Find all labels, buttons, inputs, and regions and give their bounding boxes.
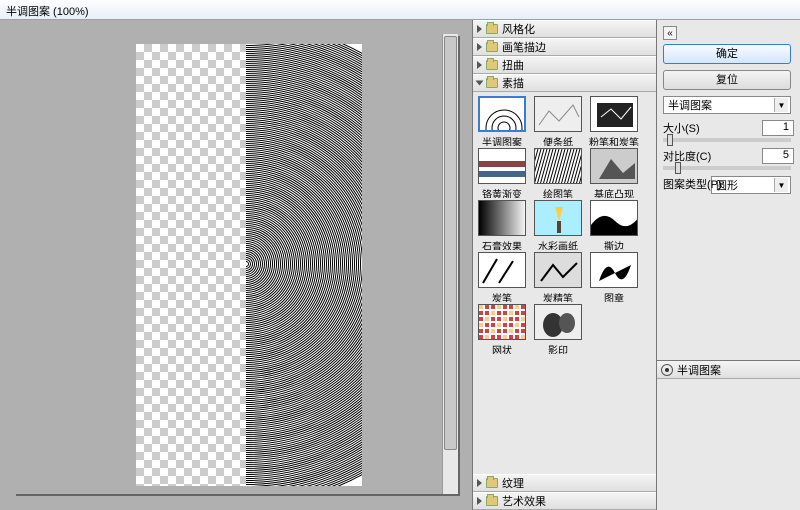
category-label: 素描	[502, 75, 524, 91]
thumbnail-label: 水彩画纸	[538, 238, 578, 250]
chevron-down-icon: ▼	[774, 178, 788, 192]
category-row[interactable]: 纹理	[473, 474, 656, 492]
settings-panel: « 确定 复位 半调图案 ▼ 大小(S) 1 对比度(C) 5 图案类型(P):…	[657, 20, 800, 510]
folder-icon	[486, 496, 498, 506]
thumbnail-image	[590, 252, 638, 288]
filter-list-panel: 风格化 画笔描边 扭曲 素描 半调图案 便条纸 粉笔和炭笔 铬黄渐变 绘图笔 基…	[472, 20, 657, 510]
pattern-type-value: 圆形	[716, 177, 738, 193]
filter-thumbnail[interactable]: 炭精笔	[531, 252, 585, 302]
filter-thumbnail[interactable]: 炭笔	[475, 252, 529, 302]
category-label: 画笔描边	[502, 39, 546, 55]
thumbnail-label: 便条纸	[543, 134, 573, 146]
triangle-icon	[477, 25, 482, 33]
category-row[interactable]: 画笔描边	[473, 38, 656, 56]
thumbnail-image	[478, 252, 526, 288]
category-row[interactable]: 艺术效果	[473, 492, 656, 510]
slider-knob[interactable]	[675, 162, 681, 174]
param-slider[interactable]	[663, 138, 791, 142]
reset-button[interactable]: 复位	[663, 70, 791, 90]
filter-thumbnail[interactable]: 网状	[475, 304, 529, 354]
thumbnail-image	[534, 96, 582, 132]
thumbnail-image	[534, 304, 582, 340]
param-value[interactable]: 1	[762, 120, 794, 136]
filter-thumbnail[interactable]: 图章	[587, 252, 641, 302]
filter-thumbnail[interactable]: 绘图笔	[531, 148, 585, 198]
param-slider[interactable]	[663, 166, 791, 170]
thumbnail-label: 绘图笔	[543, 186, 573, 198]
thumbnail-image	[590, 96, 638, 132]
expand-toggle-icon[interactable]: «	[663, 26, 677, 40]
thumbnail-image	[478, 200, 526, 236]
folder-icon	[486, 24, 498, 34]
triangle-icon	[477, 61, 482, 69]
filter-thumbnail[interactable]: 铬黄渐变	[475, 148, 529, 198]
filter-dropdown[interactable]: 半调图案 ▼	[663, 96, 791, 114]
thumbnail-image	[478, 304, 526, 340]
thumbnail-label: 影印	[548, 342, 568, 354]
filter-thumbnail[interactable]: 石膏效果	[475, 200, 529, 250]
filter-thumbnail[interactable]: 粉笔和炭笔	[587, 96, 641, 146]
thumbnail-image	[534, 200, 582, 236]
chevron-down-icon: ▼	[774, 98, 788, 112]
triangle-icon	[477, 479, 482, 487]
thumbnail-label: 炭精笔	[543, 290, 573, 302]
folder-icon	[486, 478, 498, 488]
filter-thumbnail[interactable]: 影印	[531, 304, 585, 354]
thumbnail-label: 石膏效果	[482, 238, 522, 250]
thumbnail-image	[478, 96, 526, 132]
folder-icon	[486, 78, 498, 88]
thumbnail-label: 半调图案	[482, 134, 522, 146]
thumbnail-label: 基底凸现	[594, 186, 634, 198]
thumbnail-label: 粉笔和炭笔	[589, 134, 639, 146]
category-row[interactable]: 扭曲	[473, 56, 656, 74]
thumbnail-label: 炭笔	[492, 290, 512, 302]
thumbnail-label: 图章	[604, 290, 624, 302]
category-label: 扭曲	[502, 57, 524, 73]
filter-thumbnail[interactable]: 半调图案	[475, 96, 529, 146]
category-label: 风格化	[502, 21, 535, 37]
artwork	[136, 44, 362, 486]
filter-thumbnail[interactable]: 便条纸	[531, 96, 585, 146]
layer-row[interactable]: 半调图案	[657, 361, 800, 379]
thumbnail-image	[478, 148, 526, 184]
param-label: 大小(S)	[663, 120, 762, 136]
folder-icon	[486, 42, 498, 52]
eye-icon[interactable]	[661, 364, 673, 376]
thumbnail-label: 网状	[492, 342, 512, 354]
layers-panel: 半调图案	[657, 360, 800, 510]
ok-button[interactable]: 确定	[663, 44, 791, 64]
folder-icon	[486, 60, 498, 70]
category-label: 艺术效果	[502, 493, 546, 509]
filter-thumbnail[interactable]: 水彩画纸	[531, 200, 585, 250]
category-row[interactable]: 风格化	[473, 20, 656, 38]
thumbnail-grid: 半调图案 便条纸 粉笔和炭笔 铬黄渐变 绘图笔 基底凸现 石膏效果 水彩画纸 撕…	[473, 92, 656, 474]
param-value[interactable]: 5	[762, 148, 794, 164]
filter-thumbnail[interactable]: 基底凸现	[587, 148, 641, 198]
thumbnail-label: 撕边	[604, 238, 624, 250]
category-label: 纹理	[502, 475, 524, 491]
filter-thumbnail[interactable]: 撕边	[587, 200, 641, 250]
thumbnail-image	[534, 252, 582, 288]
transparency-checker	[136, 44, 246, 486]
layer-label: 半调图案	[677, 362, 721, 378]
slider-knob[interactable]	[667, 134, 673, 146]
thumbnail-image	[590, 200, 638, 236]
halftone-pattern	[246, 44, 362, 486]
vertical-scrollbar[interactable]	[442, 34, 458, 494]
thumbnail-image	[534, 148, 582, 184]
triangle-icon	[477, 43, 482, 51]
scrollbar-thumb[interactable]	[444, 36, 457, 450]
triangle-icon	[477, 497, 482, 505]
canvas-pane	[0, 20, 472, 510]
category-row[interactable]: 素描	[473, 74, 656, 92]
triangle-icon	[476, 81, 484, 86]
window-title: 半调图案 (100%)	[0, 0, 800, 20]
thumbnail-label: 铬黄渐变	[482, 186, 522, 198]
filter-dropdown-label: 半调图案	[668, 97, 712, 113]
canvas-frame	[14, 34, 458, 494]
thumbnail-image	[590, 148, 638, 184]
